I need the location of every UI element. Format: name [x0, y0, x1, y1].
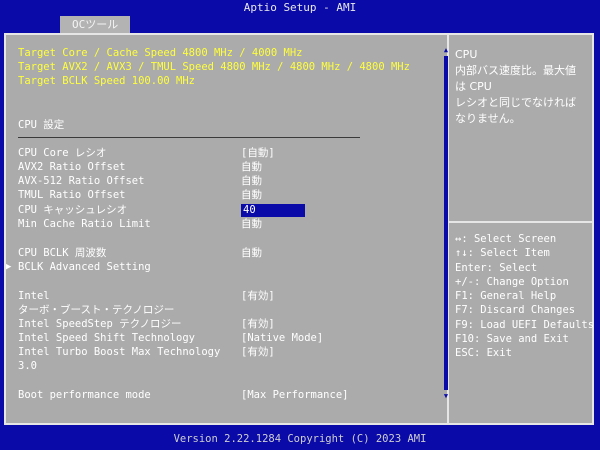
setting-label: CPU BCLK 周波数	[18, 247, 107, 259]
section-divider	[18, 137, 360, 138]
setting-label: Intel Turbo Boost Max Technology	[18, 346, 221, 358]
setting-label: AVX2 Ratio Offset	[18, 161, 126, 173]
scrollbar[interactable]: ▲ ▼	[442, 46, 450, 400]
setting-label: Boot performance mode	[18, 389, 151, 401]
setting-label-continued: ターボ・ブースト・テクノロジー	[18, 304, 175, 316]
submenu-label: BCLK Advanced Setting	[18, 261, 151, 273]
setting-value[interactable]: [有効]	[241, 346, 275, 359]
target-core-cache-speed: Target Core / Cache Speed 4800 MHz / 400…	[18, 47, 303, 59]
help-line: 内部バス速度比。最大値	[455, 64, 576, 77]
key-hint-discard-changes: F7: Discard Changes	[455, 304, 576, 317]
section-title: CPU 設定	[18, 119, 65, 131]
setting-label: Min Cache Ratio Limit	[18, 218, 151, 230]
key-legend: ↔: Select Screen ↑↓: Select Item Enter: …	[455, 232, 595, 361]
key-hint-select-item: ↑↓: Select Item	[455, 247, 550, 260]
key-hint-load-defaults: F9: Load UEFI Defaults	[455, 318, 595, 331]
setting-value[interactable]: [有効]	[241, 290, 275, 303]
setting-label: Intel SpeedStep テクノロジー	[18, 318, 182, 330]
target-bclk-speed: Target BCLK Speed 100.00 MHz	[18, 75, 196, 87]
setting-label: Intel Speed Shift Technology	[18, 332, 196, 344]
help-panel: CPU 内部バス速度比。最大値 は CPU レシオと同じでなければ なりません。	[455, 47, 592, 127]
version-footer: Version 2.22.1284 Copyright (C) 2023 AMI	[173, 433, 427, 445]
setting-value[interactable]: 自動	[241, 189, 262, 202]
target-avx-speed: Target AVX2 / AVX3 / TMUL Speed 4800 MHz…	[18, 61, 410, 73]
help-line: CPU	[455, 48, 478, 61]
setting-value[interactable]: 自動	[241, 218, 262, 231]
help-line: レシオと同じでなければ	[455, 96, 576, 109]
key-hint-change-option: +/-: Change Option	[455, 275, 569, 288]
help-line: は CPU	[455, 80, 492, 93]
triangle-down-icon[interactable]: ▼	[442, 392, 450, 400]
setting-value[interactable]: 自動	[241, 247, 262, 260]
key-hint-exit: ESC: Exit	[455, 347, 512, 360]
setting-value[interactable]: 自動	[241, 175, 262, 188]
triangle-up-icon[interactable]: ▲	[442, 46, 450, 54]
setting-value[interactable]: [有効]	[241, 318, 275, 331]
setting-value[interactable]: 自動	[241, 161, 262, 174]
setting-label: CPU キャッシュレシオ	[18, 204, 128, 216]
setting-label: CPU Core レシオ	[18, 147, 107, 159]
key-hint-select-screen: ↔: Select Screen	[455, 233, 557, 245]
help-divider	[449, 221, 594, 223]
setting-label: Intel	[18, 290, 50, 302]
setting-label: TMUL Ratio Offset	[18, 189, 126, 201]
key-hint-general-help: F1: General Help	[455, 290, 557, 303]
tab-bar: OCツール	[0, 16, 600, 33]
setting-label-continued: 3.0	[18, 360, 37, 372]
help-line: なりません。	[455, 112, 521, 125]
window-title: Aptio Setup - AMI	[243, 1, 357, 14]
triangle-right-icon: ▶	[6, 262, 12, 272]
setting-label: AVX-512 Ratio Offset	[18, 175, 145, 187]
setting-value[interactable]: [Native Mode]	[241, 332, 323, 345]
scrollbar-thumb[interactable]	[444, 56, 448, 390]
key-hint-save-exit: F10: Save and Exit	[455, 333, 569, 346]
selected-setting-value[interactable]: 40	[241, 204, 305, 217]
tab-oc-tool[interactable]: OCツール	[60, 16, 131, 33]
setting-value[interactable]: [Max Performance]	[241, 389, 348, 402]
setting-value[interactable]: [自動]	[241, 147, 275, 160]
key-hint-enter: Enter: Select	[455, 261, 538, 274]
